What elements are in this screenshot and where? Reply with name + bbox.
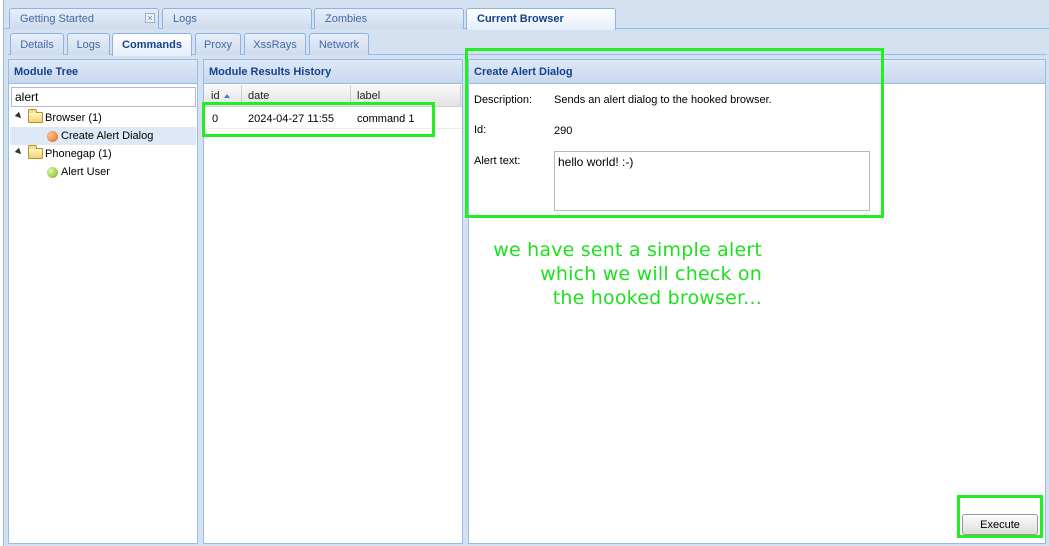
tree-node-label: Create Alert Dialog [61, 130, 154, 142]
highlight-box-execute [957, 495, 1043, 538]
history-title: Module Results History [204, 60, 462, 84]
module-status-orange-icon [47, 131, 58, 142]
subtab-proxy[interactable]: Proxy [195, 33, 241, 55]
module-status-green-icon [47, 167, 58, 178]
module-tree-title: Module Tree [9, 60, 197, 84]
sort-ascending-icon [223, 94, 230, 98]
annotation-line: which we will check on [540, 263, 762, 285]
subtab-logs[interactable]: Logs [67, 33, 110, 55]
subtab-commands[interactable]: Commands [112, 33, 192, 56]
tab-zombies[interactable]: Zombies [314, 8, 464, 29]
tree-node-label: Alert User [61, 166, 110, 178]
subtab-label: Proxy [203, 39, 233, 51]
subtab-network[interactable]: Network [309, 33, 369, 55]
subtab-label: Network [318, 39, 360, 51]
annotation-line: we have sent a simple alert [493, 239, 762, 261]
tab-logs[interactable]: Logs [162, 8, 312, 29]
subtab-label: XssRays [253, 39, 297, 51]
tree-node-browser[interactable]: Browser (1) [10, 109, 196, 127]
column-label: date [248, 90, 270, 102]
annotation-text: we have sent a simple alert which we wil… [470, 238, 762, 310]
main-tab-bar: Getting Started × Logs Zombies Current B… [4, 5, 1049, 30]
tree-node-alert-user[interactable]: Alert User [10, 163, 196, 181]
tab-label: Logs [173, 13, 197, 25]
module-search-input[interactable] [11, 87, 196, 107]
tree-node-label: Browser (1) [45, 112, 102, 124]
folder-icon [28, 109, 43, 123]
subtab-label: Details [20, 39, 54, 51]
column-label: id [211, 90, 220, 102]
subtab-details[interactable]: Details [10, 33, 64, 55]
annotation-line: the hooked browser... [552, 287, 762, 309]
expand-arrow-icon[interactable] [14, 111, 24, 121]
tab-current-browser[interactable]: Current Browser [466, 8, 616, 30]
tab-label: Getting Started [20, 13, 94, 25]
column-label: label [357, 90, 381, 102]
tree-node-create-alert-dialog[interactable]: Create Alert Dialog [10, 127, 196, 145]
subtab-label: Commands [122, 39, 182, 51]
app-window: Getting Started × Logs Zombies Current B… [0, 0, 1049, 546]
module-tree-panel: Module Tree Browser (1) Create Alert Dia… [8, 59, 198, 544]
tree-node-phonegap[interactable]: Phonegap (1) [10, 145, 196, 163]
tab-label: Zombies [325, 13, 368, 25]
highlight-box-dialog-form [465, 48, 884, 218]
tab-label: Current Browser [477, 13, 564, 25]
subtab-label: Logs [76, 39, 101, 51]
tree-node-label: Phonegap (1) [45, 148, 112, 160]
subtab-xssrays[interactable]: XssRays [244, 33, 306, 55]
highlight-box-history-row [202, 102, 435, 137]
expand-arrow-icon[interactable] [14, 147, 24, 157]
tab-getting-started[interactable]: Getting Started × [9, 8, 159, 29]
folder-icon [28, 145, 43, 159]
close-icon[interactable]: × [145, 13, 155, 23]
